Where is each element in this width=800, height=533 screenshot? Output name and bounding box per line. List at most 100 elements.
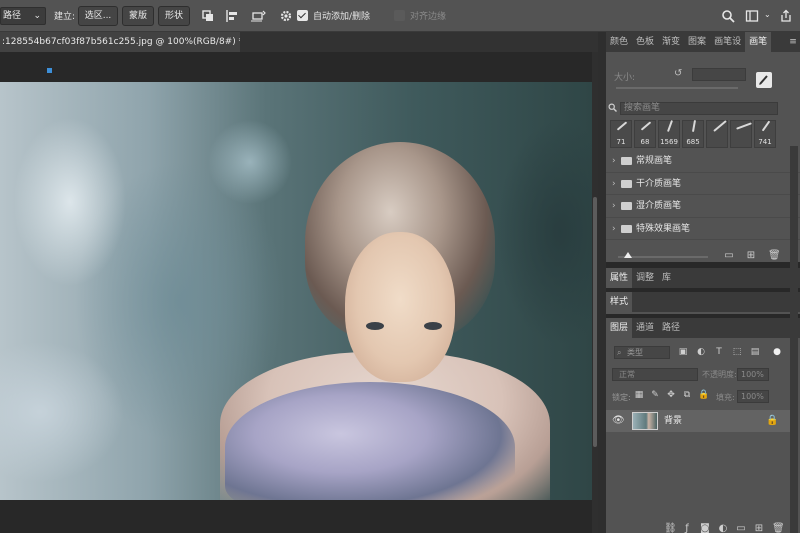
- layer-row[interactable]: 👁 背景 🔒: [606, 410, 792, 432]
- brush-folder-general[interactable]: › 常规画笔: [606, 150, 800, 173]
- tab-channels[interactable]: 通道: [632, 318, 658, 338]
- path-operations-icon[interactable]: [198, 6, 218, 26]
- layer-kind-filter[interactable]: ⌕ 类型: [614, 346, 670, 359]
- tab-color[interactable]: 颜色: [606, 32, 632, 52]
- folder-icon: [621, 179, 632, 188]
- brush-folder-label: 干介质画笔: [636, 178, 682, 189]
- tab-brush-settings[interactable]: 画笔设: [710, 32, 745, 52]
- share-icon[interactable]: [776, 6, 796, 26]
- properties-panel: 属性 调整 库: [606, 268, 800, 288]
- path-alignment-icon[interactable]: [222, 6, 242, 26]
- adjustment-filter-icon[interactable]: ◐: [696, 347, 706, 357]
- guide-marker: [47, 68, 52, 73]
- trash-icon[interactable]: 🗑: [768, 251, 781, 261]
- link-layers-icon[interactable]: ⛓: [664, 524, 677, 533]
- brush-folder-dry-media[interactable]: › 干介质画笔: [606, 173, 800, 195]
- fill-field[interactable]: 100%: [737, 390, 769, 403]
- brush-size-field[interactable]: [692, 68, 746, 81]
- document-tab[interactable]: :128554b67cf03f87b561c255.jpg @ 100%(RGB…: [0, 32, 240, 52]
- type-filter-icon[interactable]: T: [714, 347, 724, 357]
- new-layer-icon[interactable]: ⊞: [754, 524, 764, 533]
- chevron-right-icon: ›: [612, 156, 616, 166]
- auto-add-delete-checkbox[interactable]: [297, 10, 308, 21]
- brush-tip[interactable]: [730, 120, 752, 148]
- fx-icon[interactable]: ƒ: [682, 524, 692, 533]
- panel-menu-icon[interactable]: ≡: [786, 32, 800, 52]
- brush-folder-label: 湿介质画笔: [636, 201, 682, 211]
- tab-gradients[interactable]: 渐变: [658, 32, 684, 52]
- tab-libraries[interactable]: 库: [658, 268, 675, 288]
- lock-icon[interactable]: 🔒: [766, 415, 778, 426]
- tab-paths[interactable]: 路径: [658, 318, 684, 338]
- tab-styles[interactable]: 样式: [606, 292, 633, 312]
- adjustment-layer-icon[interactable]: ◐: [718, 524, 728, 533]
- align-edges-checkbox[interactable]: [394, 10, 405, 21]
- blend-mode-select[interactable]: 正常: [612, 368, 698, 381]
- panel-scrollbar[interactable]: [790, 146, 798, 533]
- new-brush-icon[interactable]: [756, 72, 772, 88]
- reset-icon[interactable]: ↺: [674, 68, 682, 79]
- brush-size-slider[interactable]: [616, 87, 738, 89]
- document-tab-strip: :128554b67cf03f87b561c255.jpg @ 100%(RGB…: [0, 32, 598, 52]
- layers-panel: 图层 通道 路径 ⌕ 类型 ▣ ◐ T ⬚ ▤ ● 正常 不透明度: 100% …: [606, 318, 800, 533]
- tab-layers[interactable]: 图层: [606, 318, 633, 338]
- brush-folder-special-effects[interactable]: › 特殊效果画笔: [606, 218, 800, 240]
- document-image[interactable]: [0, 82, 592, 500]
- brush-tip[interactable]: [706, 120, 728, 148]
- brush-search-input[interactable]: 搜索画笔: [620, 102, 778, 115]
- filter-toggle-icon[interactable]: ●: [772, 347, 782, 357]
- image-face: [345, 232, 455, 382]
- brush-tip[interactable]: 68: [634, 120, 656, 148]
- new-brush-icon[interactable]: ⊞: [746, 251, 756, 261]
- tab-adjustments[interactable]: 调整: [632, 268, 658, 288]
- brush-panel-footer: ▭ ⊞ 🗑: [606, 248, 800, 262]
- search-icon[interactable]: [718, 6, 738, 26]
- layers-panel-tabs: 图层 通道 路径: [606, 318, 800, 338]
- brush-tip[interactable]: 685: [682, 119, 704, 148]
- properties-panel-tabs: 属性 调整 库: [606, 268, 800, 288]
- brush-folder-wet-media[interactable]: › 湿介质画笔: [606, 195, 800, 218]
- canvas-area[interactable]: [0, 52, 598, 533]
- eye-icon[interactable]: 👁: [612, 415, 625, 426]
- chevron-down-icon[interactable]: ⌄: [764, 10, 771, 19]
- chevron-right-icon: ›: [612, 201, 616, 211]
- layer-kind-value: 类型: [627, 348, 643, 357]
- path-arrangement-icon[interactable]: [248, 6, 268, 26]
- panel-gutter: [598, 32, 606, 533]
- smart-object-filter-icon[interactable]: ▤: [750, 347, 760, 357]
- tab-patterns[interactable]: 图案: [684, 32, 710, 52]
- tab-swatches[interactable]: 色板: [632, 32, 658, 52]
- workspace-icon[interactable]: [742, 6, 762, 26]
- brush-tip[interactable]: 741: [754, 120, 776, 148]
- lock-position-icon[interactable]: ✥: [666, 390, 676, 400]
- new-group-icon[interactable]: ▭: [736, 524, 746, 533]
- make-selection-button[interactable]: 选区...: [78, 6, 118, 26]
- opacity-field[interactable]: 100%: [737, 368, 769, 381]
- search-icon: ⌕: [617, 348, 622, 357]
- options-bar: 路径 ⌄ 建立: 选区... 蒙版 形状 自动添加/删除 对齐边缘 ⌄: [0, 0, 800, 32]
- brush-tip[interactable]: 1569: [658, 120, 680, 148]
- make-shape-button[interactable]: 形状: [158, 6, 190, 26]
- add-mask-icon[interactable]: ◙: [700, 524, 710, 533]
- canvas-scrollbar-thumb[interactable]: [593, 197, 597, 447]
- search-icon: [608, 103, 617, 115]
- layer-name: 背景: [664, 416, 683, 426]
- folder-icon: [621, 157, 632, 165]
- slider-knob-icon[interactable]: [624, 252, 632, 258]
- path-mode-select[interactable]: 路径 ⌄: [0, 7, 46, 25]
- new-group-icon[interactable]: ▭: [724, 251, 734, 261]
- shape-filter-icon[interactable]: ⬚: [732, 347, 742, 357]
- brush-tips-row: 71 68 1569 685 741: [610, 119, 790, 148]
- lock-transparent-icon[interactable]: ▦: [634, 390, 644, 400]
- lock-all-icon[interactable]: 🔒: [698, 390, 709, 400]
- path-mode-value: 路径: [3, 11, 22, 21]
- pixel-filter-icon[interactable]: ▣: [678, 347, 688, 357]
- lock-artboard-icon[interactable]: ⧉: [682, 390, 692, 400]
- lock-image-icon[interactable]: ✎: [650, 390, 660, 400]
- tab-properties[interactable]: 属性: [606, 268, 633, 288]
- make-mask-button[interactable]: 蒙版: [122, 6, 154, 26]
- trash-icon[interactable]: 🗑: [772, 524, 785, 533]
- gear-icon[interactable]: [276, 6, 296, 26]
- tab-brushes[interactable]: 画笔: [745, 32, 772, 52]
- brush-tip[interactable]: 71: [610, 120, 632, 148]
